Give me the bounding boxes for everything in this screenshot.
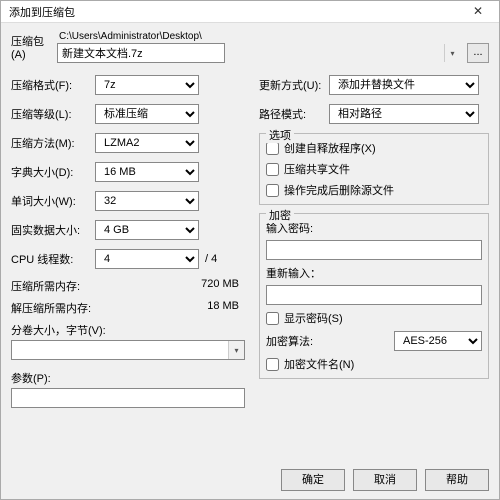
browse-button[interactable]: ... xyxy=(467,43,489,63)
archive-filename-combo[interactable]: ▾ xyxy=(57,43,461,63)
show-password-checkbox[interactable] xyxy=(266,312,279,325)
close-icon[interactable]: ✕ xyxy=(463,3,493,21)
show-password-label: 显示密码(S) xyxy=(284,310,343,326)
password-input[interactable] xyxy=(266,240,482,260)
dict-select[interactable]: 16 MB xyxy=(95,162,199,182)
level-label: 压缩等级(L): xyxy=(11,106,95,122)
encrypt-names-checkbox[interactable] xyxy=(266,358,279,371)
split-combo[interactable]: ▾ xyxy=(11,340,245,360)
left-column: 压缩格式(F): 7z 压缩等级(L): 标准压缩 压缩方法(M): LZMA2… xyxy=(11,75,245,457)
chevron-down-icon[interactable]: ▾ xyxy=(228,341,244,359)
split-label: 分卷大小，字节(V): xyxy=(11,322,245,338)
help-button[interactable]: 帮助 xyxy=(425,469,489,491)
archive-filename-input[interactable] xyxy=(57,43,225,63)
window-title: 添加到压缩包 xyxy=(9,4,75,20)
pathmode-select[interactable]: 相对路径 xyxy=(329,104,479,124)
cpu-select[interactable]: 4 xyxy=(95,249,199,269)
archive-label: 压缩包(A) xyxy=(11,31,57,61)
encryption-legend: 加密 xyxy=(266,207,294,223)
options-group: 选项 创建自释放程序(X) 压缩共享文件 操作完成后删除源文件 xyxy=(259,133,489,205)
solid-label: 固实数据大小: xyxy=(11,222,95,238)
footer: 确定 取消 帮助 xyxy=(1,463,499,499)
cpu-label: CPU 线程数: xyxy=(11,251,95,267)
enc-algo-label: 加密算法: xyxy=(266,333,313,349)
cpu-total: / 4 xyxy=(205,253,217,265)
encrypt-names-label: 加密文件名(N) xyxy=(284,356,354,372)
archive-path-prefix: C:\Users\Administrator\Desktop\ xyxy=(57,31,489,42)
method-label: 压缩方法(M): xyxy=(11,135,95,151)
right-column: 更新方式(U): 添加并替换文件 路径模式: 相对路径 选项 创建自释放程序(X… xyxy=(259,75,489,457)
options-legend: 选项 xyxy=(266,127,294,143)
mem-decompress-label: 解压缩所需内存: xyxy=(11,300,91,316)
update-label: 更新方式(U): xyxy=(259,77,329,93)
encryption-group: 加密 输入密码: 重新输入： 显示密码(S) 加密算法: AES-256 xyxy=(259,213,489,379)
split-input[interactable] xyxy=(11,340,245,360)
word-select[interactable]: 32 xyxy=(95,191,199,211)
password2-input[interactable] xyxy=(266,285,482,305)
mem-compress-value: 720 MB xyxy=(201,278,239,294)
ok-button[interactable]: 确定 xyxy=(281,469,345,491)
level-select[interactable]: 标准压缩 xyxy=(95,104,199,124)
shared-label: 压缩共享文件 xyxy=(284,161,350,177)
chevron-down-icon[interactable]: ▾ xyxy=(444,44,460,62)
password2-label: 重新输入： xyxy=(266,265,482,281)
titlebar: 添加到压缩包 ✕ xyxy=(1,1,499,23)
format-select[interactable]: 7z xyxy=(95,75,199,95)
sfx-label: 创建自释放程序(X) xyxy=(284,140,376,156)
sfx-checkbox[interactable] xyxy=(266,142,279,155)
dict-label: 字典大小(D): xyxy=(11,164,95,180)
mem-compress-label: 压缩所需内存: xyxy=(11,278,80,294)
pathmode-label: 路径模式: xyxy=(259,106,329,122)
cancel-button[interactable]: 取消 xyxy=(353,469,417,491)
mem-decompress-value: 18 MB xyxy=(207,300,239,316)
shared-checkbox[interactable] xyxy=(266,163,279,176)
enc-algo-select[interactable]: AES-256 xyxy=(394,331,482,351)
password-label: 输入密码: xyxy=(266,220,482,236)
dialog-window: 添加到压缩包 ✕ 压缩包(A) C:\Users\Administrator\D… xyxy=(0,0,500,500)
params-input[interactable] xyxy=(11,388,245,408)
solid-select[interactable]: 4 GB xyxy=(95,220,199,240)
params-label: 参数(P): xyxy=(11,370,245,386)
content-area: 压缩包(A) C:\Users\Administrator\Desktop\ ▾… xyxy=(1,23,499,463)
update-select[interactable]: 添加并替换文件 xyxy=(329,75,479,95)
format-label: 压缩格式(F): xyxy=(11,77,95,93)
delete-after-checkbox[interactable] xyxy=(266,184,279,197)
method-select[interactable]: LZMA2 xyxy=(95,133,199,153)
archive-row: 压缩包(A) C:\Users\Administrator\Desktop\ ▾… xyxy=(11,31,489,63)
word-label: 单词大小(W): xyxy=(11,193,95,209)
delete-after-label: 操作完成后删除源文件 xyxy=(284,182,394,198)
